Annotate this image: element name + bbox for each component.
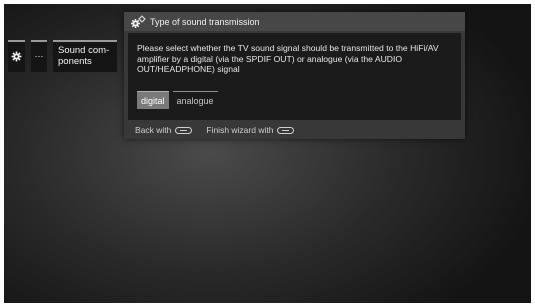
footer-back-hint: Back with bbox=[135, 125, 193, 135]
option-digital[interactable]: digital bbox=[137, 91, 169, 109]
dialog-header: Type of sound transmission bbox=[124, 12, 465, 31]
dialog-title: Type of sound transmission bbox=[150, 16, 260, 27]
sound-components-label-line2: ponents bbox=[58, 56, 92, 67]
menu-tile-settings[interactable] bbox=[8, 40, 25, 72]
gears-icon bbox=[131, 15, 146, 28]
option-analogue[interactable]: analogue bbox=[172, 91, 218, 109]
back-hint-label: Back with bbox=[135, 125, 172, 135]
menu-tile-sound-components[interactable]: Sound com- ponents bbox=[53, 40, 117, 72]
menu-tile-topline bbox=[31, 40, 47, 42]
back-button-icon bbox=[175, 126, 193, 134]
end-button-icon bbox=[277, 126, 295, 134]
dialog-footer: Back with Finish wizard with bbox=[135, 125, 295, 135]
option-list: digital analogue bbox=[137, 91, 218, 109]
sound-components-label-line1: Sound com- bbox=[58, 45, 110, 56]
tv-screen: ··· Sound com- ponents Type of sound tra… bbox=[4, 4, 531, 303]
more-label: ··· bbox=[34, 51, 44, 61]
gear-icon bbox=[11, 51, 22, 61]
menu-tile-topline bbox=[53, 40, 117, 42]
footer-finish-hint: Finish wizard with bbox=[206, 125, 295, 135]
menu-tile-topline bbox=[8, 40, 25, 42]
dialog-body: Please select whether the TV sound signa… bbox=[128, 33, 461, 120]
dialog-message: Please select whether the TV sound signa… bbox=[137, 43, 439, 74]
menu-tile-more[interactable]: ··· bbox=[31, 40, 47, 72]
finish-hint-label: Finish wizard with bbox=[206, 125, 274, 135]
sound-transmission-dialog: Type of sound transmission Please select… bbox=[124, 12, 465, 139]
